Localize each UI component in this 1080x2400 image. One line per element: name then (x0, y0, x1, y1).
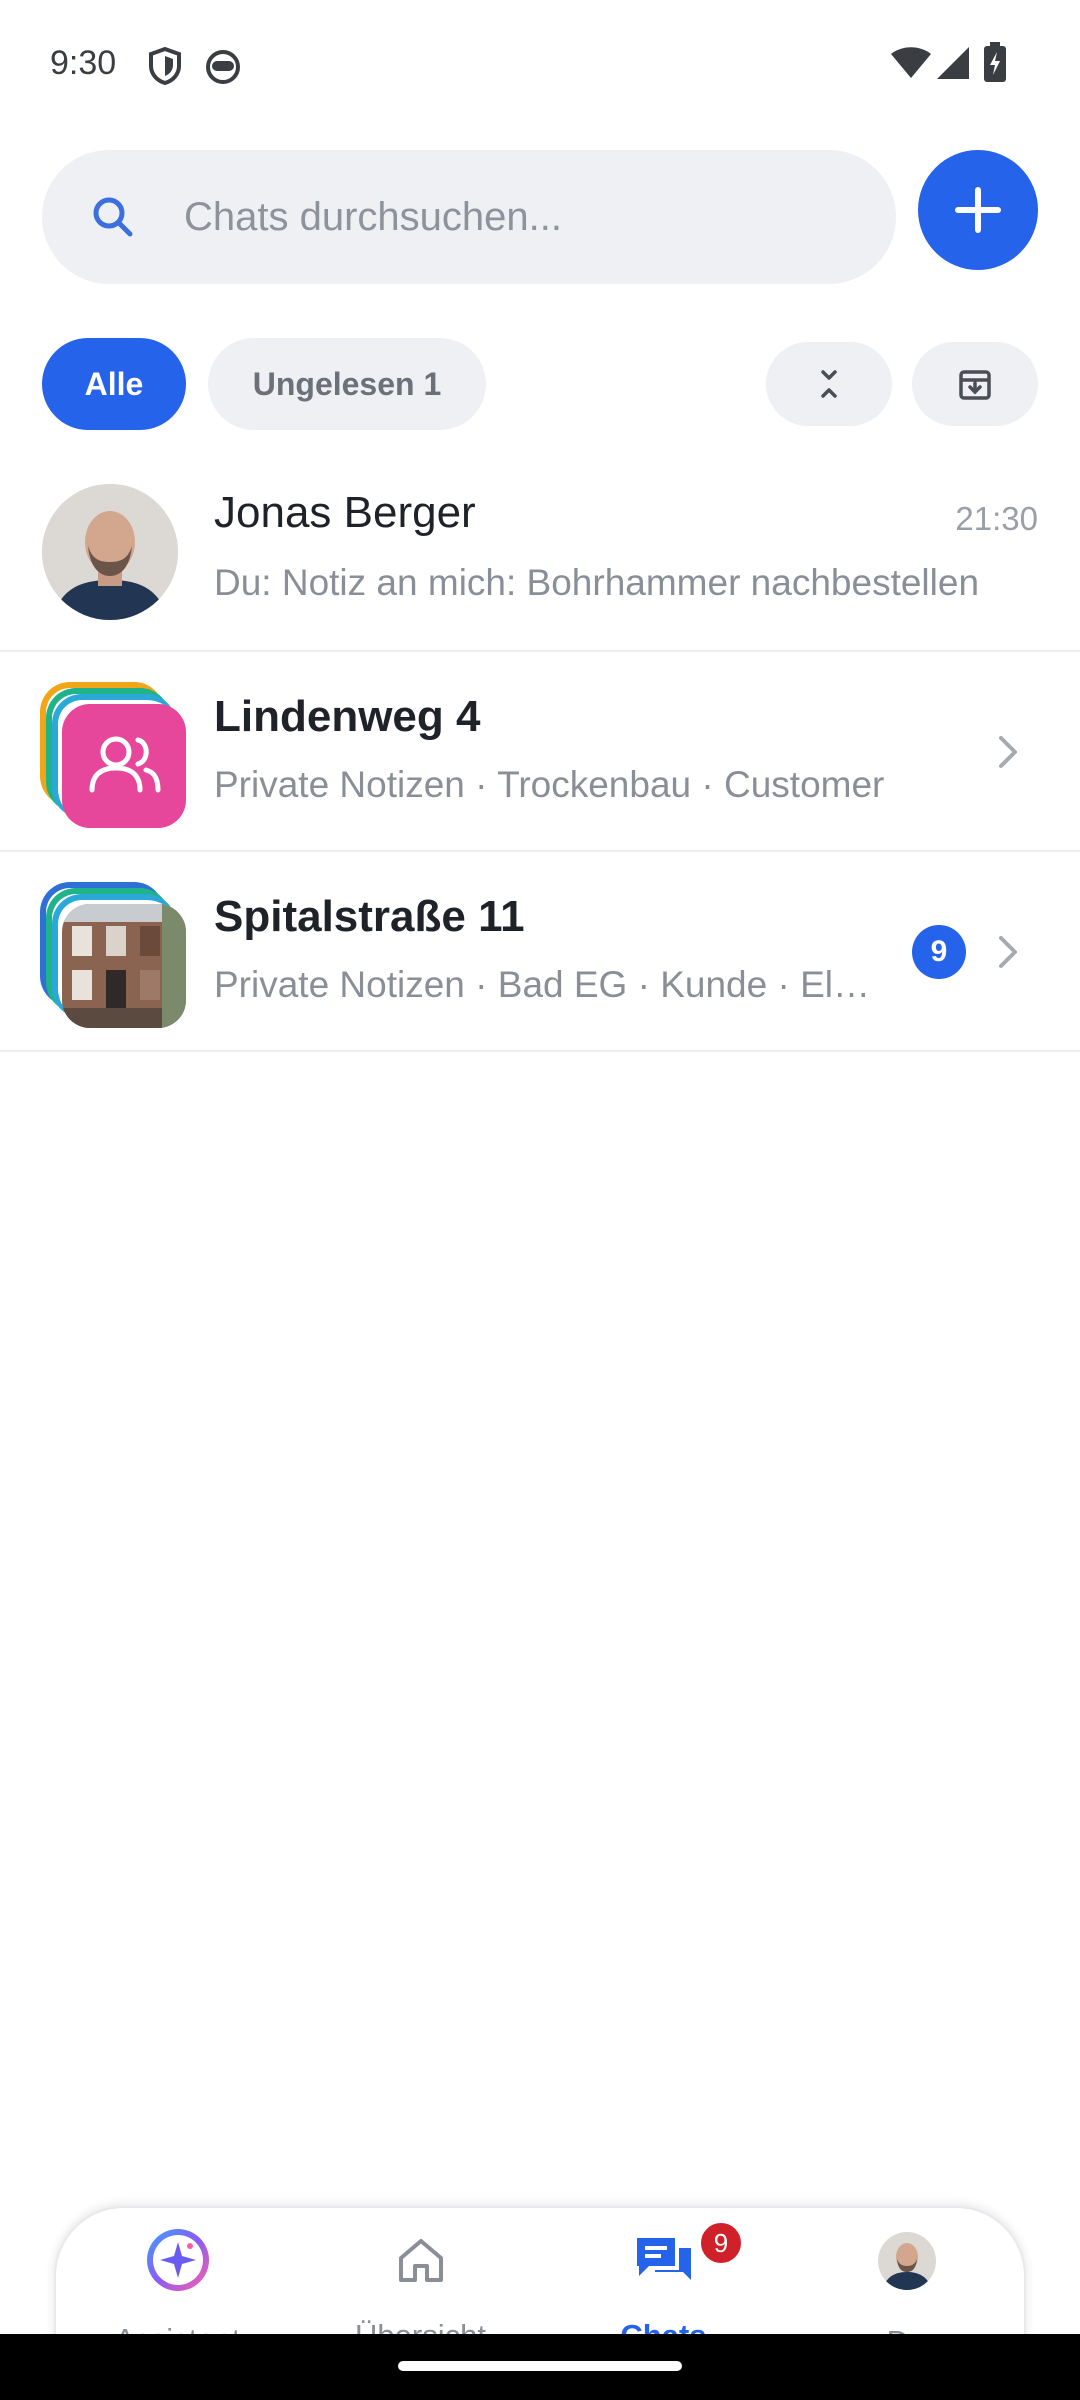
chats-badge: 9 (698, 2220, 744, 2266)
chat-time: 21:30 (955, 500, 1038, 537)
archive-icon (959, 370, 991, 400)
new-chat-button[interactable] (918, 150, 1038, 270)
chat-bubbles-icon (633, 2232, 695, 2293)
archive-button[interactable] (912, 342, 1038, 426)
search-icon (88, 192, 138, 242)
avatar (42, 484, 178, 620)
chevron-right-icon (999, 936, 1017, 968)
home-gesture-handle[interactable] (398, 2361, 682, 2371)
chat-preview: Du: Notiz an mich: Bohrhammer nachbestel… (214, 562, 980, 603)
group-icon (62, 704, 186, 828)
chat-row-spitalstrasse-11[interactable]: Spitalstraße 11 Private Notizen · Bad EG… (0, 852, 1080, 1052)
profile-avatar (877, 2232, 936, 2290)
building-photo (62, 904, 186, 1028)
shield-icon (146, 46, 184, 91)
chat-title: Lindenweg 4 (214, 692, 481, 741)
wifi-icon (890, 46, 932, 85)
group-avatar-stack (40, 682, 190, 832)
unread-badge: 9 (912, 925, 966, 979)
search-bar[interactable] (42, 150, 896, 284)
chevron-right-icon (999, 736, 1017, 768)
collapse-icon (821, 370, 837, 398)
chat-row-jonas-berger[interactable]: Jonas Berger 21:30 Du: Notiz an mich: Bo… (0, 452, 1080, 652)
chat-preview: Private Notizen · Trockenbau · Customer (214, 764, 885, 805)
chat-title: Jonas Berger (214, 488, 476, 537)
plus-icon (955, 187, 1001, 233)
signal-icon (936, 46, 970, 85)
filter-all-chip[interactable]: Alle (42, 338, 186, 430)
filter-unread-chip[interactable]: Ungelesen 1 (208, 338, 486, 430)
chat-preview: Private Notizen · Bad EG · Kunde · Elekt… (214, 964, 888, 1005)
chat-title: Spitalstraße 11 (214, 892, 525, 941)
battery-charging-icon (984, 42, 1006, 87)
robot-icon (204, 46, 242, 91)
group-avatar-stack (40, 882, 190, 1032)
chat-row-lindenweg-4[interactable]: Lindenweg 4 Private Notizen · Trockenbau… (0, 652, 1080, 852)
assistant-sparkle-icon (144, 2226, 212, 2299)
home-icon (393, 2232, 449, 2293)
divider (0, 1050, 1080, 1052)
status-time: 9:30 (50, 44, 117, 82)
search-input[interactable] (184, 150, 864, 284)
status-bar: 9:30 (0, 0, 1080, 130)
collapse-button[interactable] (766, 342, 892, 426)
